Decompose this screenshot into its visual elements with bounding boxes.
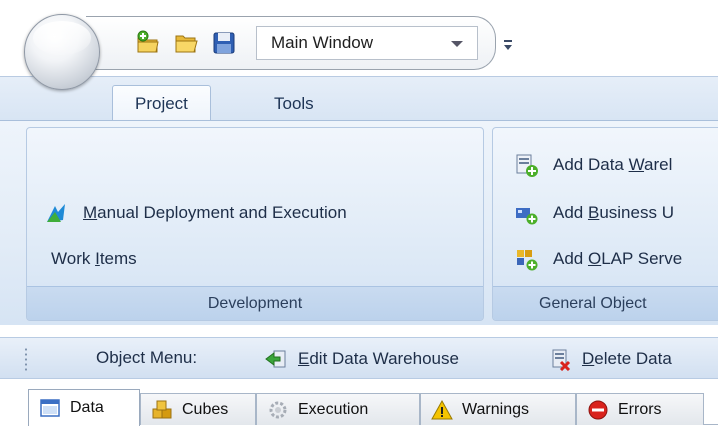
group-general-objects: Add Data Warel Add Business U Add OLAP S…: [492, 127, 718, 321]
tab-errors-label: Errors: [618, 400, 662, 418]
toolbar-grip-handle[interactable]: [24, 347, 28, 371]
application-orb-button[interactable]: [24, 14, 100, 90]
new-project-icon: [137, 30, 159, 53]
add-data-warehouse-label: Add Data Warel: [553, 155, 673, 174]
window-selector-combo[interactable]: Main Window: [256, 26, 478, 60]
cubes-icon: [152, 400, 172, 418]
quick-access-toolbar: Main Window: [86, 16, 496, 70]
add-data-warehouse-icon: [516, 154, 538, 177]
add-business-unit-label: Add Business U: [553, 203, 674, 222]
add-olap-server-icon: [517, 250, 538, 271]
add-data-warehouse-button[interactable]: Add Data Warel: [513, 150, 672, 180]
new-project-button[interactable]: [134, 29, 162, 57]
orb-highlight: [33, 21, 91, 55]
object-menu-toolbar: Object Menu: Edit Data Warehouse Delete …: [0, 337, 718, 379]
add-business-unit-icon: [516, 208, 538, 225]
delete-data-warehouse-icon: [552, 349, 571, 371]
delete-data-warehouse-button[interactable]: Delete Data: [548, 344, 672, 374]
gear-icon: [269, 401, 287, 418]
open-folder-icon: [175, 35, 198, 53]
manual-deployment-label: Manual Deployment and Execution: [83, 203, 347, 222]
edit-data-warehouse-button[interactable]: Edit Data Warehouse: [264, 344, 459, 374]
tab-data-label: Data: [70, 399, 104, 416]
ribbon-panel: Manual Deployment and Execution Work Ite…: [0, 120, 718, 325]
tab-cubes[interactable]: Cubes: [140, 393, 256, 425]
customize-toolbar-icon: [504, 40, 512, 50]
tab-warnings-label: Warnings: [462, 400, 529, 418]
warning-icon: [431, 399, 453, 419]
tab-execution[interactable]: Execution: [256, 393, 420, 425]
bottom-tab-row: Data Cubes Execution Warnings Errors: [28, 389, 718, 426]
open-folder-button[interactable]: [172, 29, 200, 57]
edit-data-warehouse-label: Edit Data Warehouse: [298, 349, 459, 368]
group-development-label: Development: [27, 286, 483, 320]
save-disk-icon: [213, 32, 235, 54]
edit-data-warehouse-icon: [265, 350, 286, 368]
tab-errors[interactable]: Errors: [576, 393, 704, 425]
bottom-tab-strip: Data Cubes Execution Warnings Errors: [0, 379, 718, 445]
chevron-down-icon[interactable]: [451, 41, 463, 47]
deploy-arrows-icon: [47, 204, 65, 222]
tab-project[interactable]: Project: [112, 85, 211, 122]
tab-cubes-label: Cubes: [182, 400, 229, 418]
work-items-label: Work Items: [51, 249, 137, 268]
title-bar: Main Window: [0, 0, 718, 90]
delete-data-warehouse-label: Delete Data: [582, 349, 672, 368]
tab-warnings[interactable]: Warnings: [420, 393, 576, 425]
tab-tools-label: Tools: [274, 93, 314, 113]
customize-qat-button[interactable]: [503, 37, 513, 51]
save-button[interactable]: [210, 29, 238, 57]
tab-tools[interactable]: Tools: [252, 85, 336, 122]
add-olap-server-label: Add OLAP Serve: [553, 249, 683, 268]
add-business-unit-button[interactable]: Add Business U: [513, 198, 674, 228]
window-selector-value: Main Window: [271, 33, 374, 52]
manual-deployment-button[interactable]: Manual Deployment and Execution: [43, 198, 347, 228]
group-development: Manual Deployment and Execution Work Ite…: [26, 127, 484, 321]
tab-project-label: Project: [135, 94, 188, 113]
add-olap-server-button[interactable]: Add OLAP Serve: [513, 244, 682, 274]
work-items-button[interactable]: Work Items: [51, 244, 137, 274]
group-general-objects-label: General Object: [493, 286, 718, 320]
tab-execution-label: Execution: [298, 400, 369, 418]
ribbon-tab-row: Project Tools: [0, 76, 718, 122]
data-grid-icon: [40, 399, 60, 417]
error-icon: [588, 400, 608, 419]
tab-data[interactable]: Data: [28, 389, 140, 426]
object-menu-label: Object Menu:: [96, 348, 198, 367]
